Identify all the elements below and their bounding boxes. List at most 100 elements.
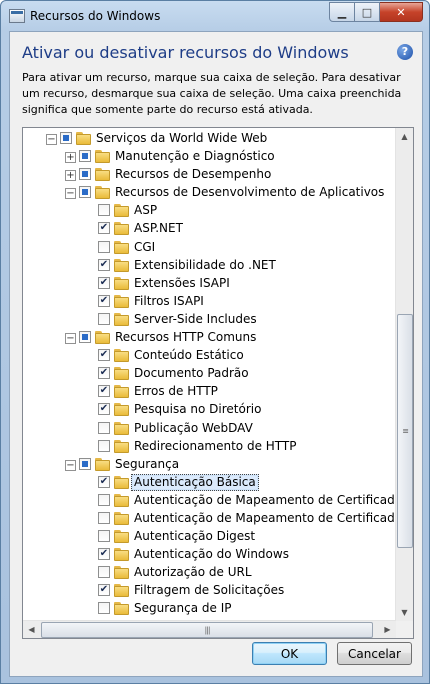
collapse-icon[interactable]: − bbox=[46, 134, 57, 145]
feature-checkbox[interactable]: ✔ bbox=[98, 584, 110, 597]
feature-checkbox[interactable]: ✔ bbox=[98, 475, 110, 488]
tree-item[interactable]: ✔ Conteúdo Estático bbox=[23, 347, 396, 365]
tree-item[interactable]: ✔ ASP.NET bbox=[23, 220, 396, 238]
feature-checkbox[interactable] bbox=[98, 602, 110, 615]
window-title: Recursos do Windows bbox=[30, 9, 161, 23]
collapse-icon[interactable]: − bbox=[65, 188, 76, 200]
tree-item[interactable]: Redirecionamento de HTTP bbox=[23, 438, 396, 456]
tree-item[interactable]: ✔ Filtragem de Solicitações bbox=[23, 582, 396, 600]
feature-checkbox[interactable]: ✔ bbox=[98, 367, 110, 380]
feature-checkbox[interactable] bbox=[98, 566, 110, 579]
tree-item-label: Extensões ISAPI bbox=[134, 275, 230, 290]
feature-checkbox[interactable] bbox=[60, 132, 72, 144]
feature-checkbox[interactable] bbox=[98, 511, 110, 524]
close-button[interactable]: ✕ bbox=[380, 2, 423, 22]
tree-item[interactable]: ✔ Filtros ISAPI bbox=[23, 293, 396, 311]
feature-checkbox[interactable] bbox=[79, 168, 91, 181]
tree-item[interactable]: − Recursos de Desenvolvimento de Aplicati… bbox=[23, 184, 396, 202]
tree-item[interactable]: + Recursos de Desempenho bbox=[23, 166, 396, 184]
feature-checkbox[interactable] bbox=[98, 439, 110, 452]
tree-item[interactable]: − Segurança bbox=[23, 456, 396, 474]
feature-checkbox[interactable] bbox=[79, 457, 91, 470]
maximize-button[interactable]: □ bbox=[355, 2, 380, 22]
tree-item-label: Recursos de Desenvolvimento de Aplicativ… bbox=[115, 185, 385, 200]
tree-item[interactable]: ✔ Extensibilidade do .NET bbox=[23, 257, 396, 275]
tree-item[interactable]: − Serviços da World Wide Web bbox=[23, 130, 396, 148]
horizontal-scroll-thumb[interactable]: ||| bbox=[41, 622, 373, 638]
tree-item[interactable]: + Manutenção e Diagnóstico bbox=[23, 148, 396, 166]
feature-checkbox[interactable] bbox=[79, 186, 91, 199]
minimize-button[interactable]: ▁ bbox=[329, 2, 355, 22]
scrollbar-corner bbox=[396, 621, 413, 638]
tree-item[interactable]: Autenticação de Mapeamento de Certificad… bbox=[23, 510, 413, 528]
tree-item[interactable]: ✔ Extensões ISAPI bbox=[23, 275, 396, 293]
tree-item[interactable]: Autenticação Digest bbox=[23, 528, 396, 546]
tree-item-label: Autenticação de Mapeamento de Certificad… bbox=[134, 510, 414, 525]
tree-item[interactable]: ✔ Autenticação Básica bbox=[23, 473, 396, 492]
feature-checkbox[interactable] bbox=[98, 493, 110, 506]
folder-icon bbox=[114, 385, 129, 399]
tree-item[interactable]: ✔ Pesquisa no Diretório bbox=[23, 401, 396, 419]
tree-rows: − Serviços da World Wide Web + Manutenção e… bbox=[23, 130, 413, 619]
tree-item-label: Segurança de IP bbox=[134, 601, 232, 616]
features-tree[interactable]: − Serviços da World Wide Web + Manutenção e… bbox=[22, 127, 414, 639]
title-bar[interactable]: Recursos do Windows ▁ □ ✕ bbox=[1, 1, 429, 31]
feature-checkbox[interactable] bbox=[98, 530, 110, 543]
help-icon[interactable]: ? bbox=[397, 44, 413, 60]
scroll-left-arrow-icon[interactable]: ◀ bbox=[23, 621, 40, 638]
feature-checkbox[interactable]: ✔ bbox=[98, 548, 110, 561]
tree-item[interactable]: ✔ Erros de HTTP bbox=[23, 383, 396, 401]
feature-checkbox[interactable]: ✔ bbox=[98, 258, 110, 271]
tree-item-label: ASP bbox=[134, 203, 158, 218]
expand-icon[interactable]: + bbox=[65, 152, 76, 164]
feature-checkbox[interactable] bbox=[98, 421, 110, 434]
tree-item[interactable]: Autorização de URL bbox=[23, 564, 396, 582]
tree-item-label: Filtragem de Solicitações bbox=[134, 583, 285, 598]
scroll-up-arrow-icon[interactable]: ▲ bbox=[396, 128, 413, 145]
folder-icon bbox=[114, 258, 129, 272]
feature-checkbox[interactable] bbox=[98, 240, 110, 253]
folder-icon bbox=[114, 602, 129, 616]
tree-item[interactable]: ✔ Documento Padrão bbox=[23, 365, 396, 383]
horizontal-scrollbar[interactable]: ◀ ||| ▶ bbox=[23, 620, 396, 638]
scroll-right-arrow-icon[interactable]: ▶ bbox=[379, 621, 396, 638]
tree-item-label: Autenticação do Windows bbox=[134, 547, 289, 562]
folder-icon bbox=[114, 548, 129, 562]
feature-checkbox[interactable]: ✔ bbox=[98, 276, 110, 289]
tree-item[interactable]: ASP bbox=[23, 202, 396, 220]
scroll-down-arrow-icon[interactable]: ▼ bbox=[396, 604, 413, 621]
dialog-client-area: Ativar ou desativar recursos do Windows … bbox=[9, 31, 423, 677]
feature-checkbox[interactable]: ✔ bbox=[98, 403, 110, 416]
tree-item-label: Segurança bbox=[115, 456, 180, 471]
tree-item-label: Recursos HTTP Comuns bbox=[115, 330, 257, 345]
feature-checkbox[interactable] bbox=[98, 204, 110, 217]
feature-checkbox[interactable] bbox=[98, 312, 110, 325]
tree-item-label: CGI bbox=[134, 239, 156, 254]
tree-item[interactable]: ✔ Autenticação do Windows bbox=[23, 546, 396, 564]
tree-item-label: Filtros ISAPI bbox=[134, 293, 204, 308]
feature-checkbox[interactable] bbox=[79, 331, 91, 344]
vertical-scroll-thumb[interactable]: ≡ bbox=[397, 314, 413, 548]
folder-icon bbox=[76, 132, 91, 145]
tree-item[interactable]: Publicação WebDAV bbox=[23, 420, 396, 438]
tree-item[interactable]: − Recursos HTTP Comuns bbox=[23, 329, 396, 347]
tree-item-label: Pesquisa no Diretório bbox=[134, 402, 262, 417]
feature-checkbox[interactable]: ✔ bbox=[98, 294, 110, 307]
expand-icon[interactable]: + bbox=[65, 170, 76, 182]
ok-button[interactable]: OK bbox=[252, 642, 327, 665]
tree-item[interactable]: CGI bbox=[23, 239, 396, 257]
tree-item[interactable]: Server-Side Includes bbox=[23, 311, 396, 329]
collapse-icon[interactable]: − bbox=[65, 459, 76, 471]
tree-item-label: Extensibilidade do .NET bbox=[134, 257, 276, 272]
tree-item[interactable]: Autenticação de Mapeamento de Certificad… bbox=[23, 492, 413, 510]
feature-checkbox[interactable]: ✔ bbox=[98, 349, 110, 362]
tree-item[interactable]: Segurança de IP bbox=[23, 600, 396, 618]
feature-checkbox[interactable]: ✔ bbox=[98, 222, 110, 235]
vertical-scrollbar[interactable]: ▲ ≡ ▼ bbox=[395, 128, 413, 621]
feature-checkbox[interactable]: ✔ bbox=[98, 385, 110, 398]
folder-icon bbox=[95, 150, 110, 164]
collapse-icon[interactable]: − bbox=[65, 333, 76, 345]
cancel-button[interactable]: Cancelar bbox=[337, 642, 412, 665]
folder-icon bbox=[95, 457, 110, 471]
feature-checkbox[interactable] bbox=[79, 150, 91, 163]
